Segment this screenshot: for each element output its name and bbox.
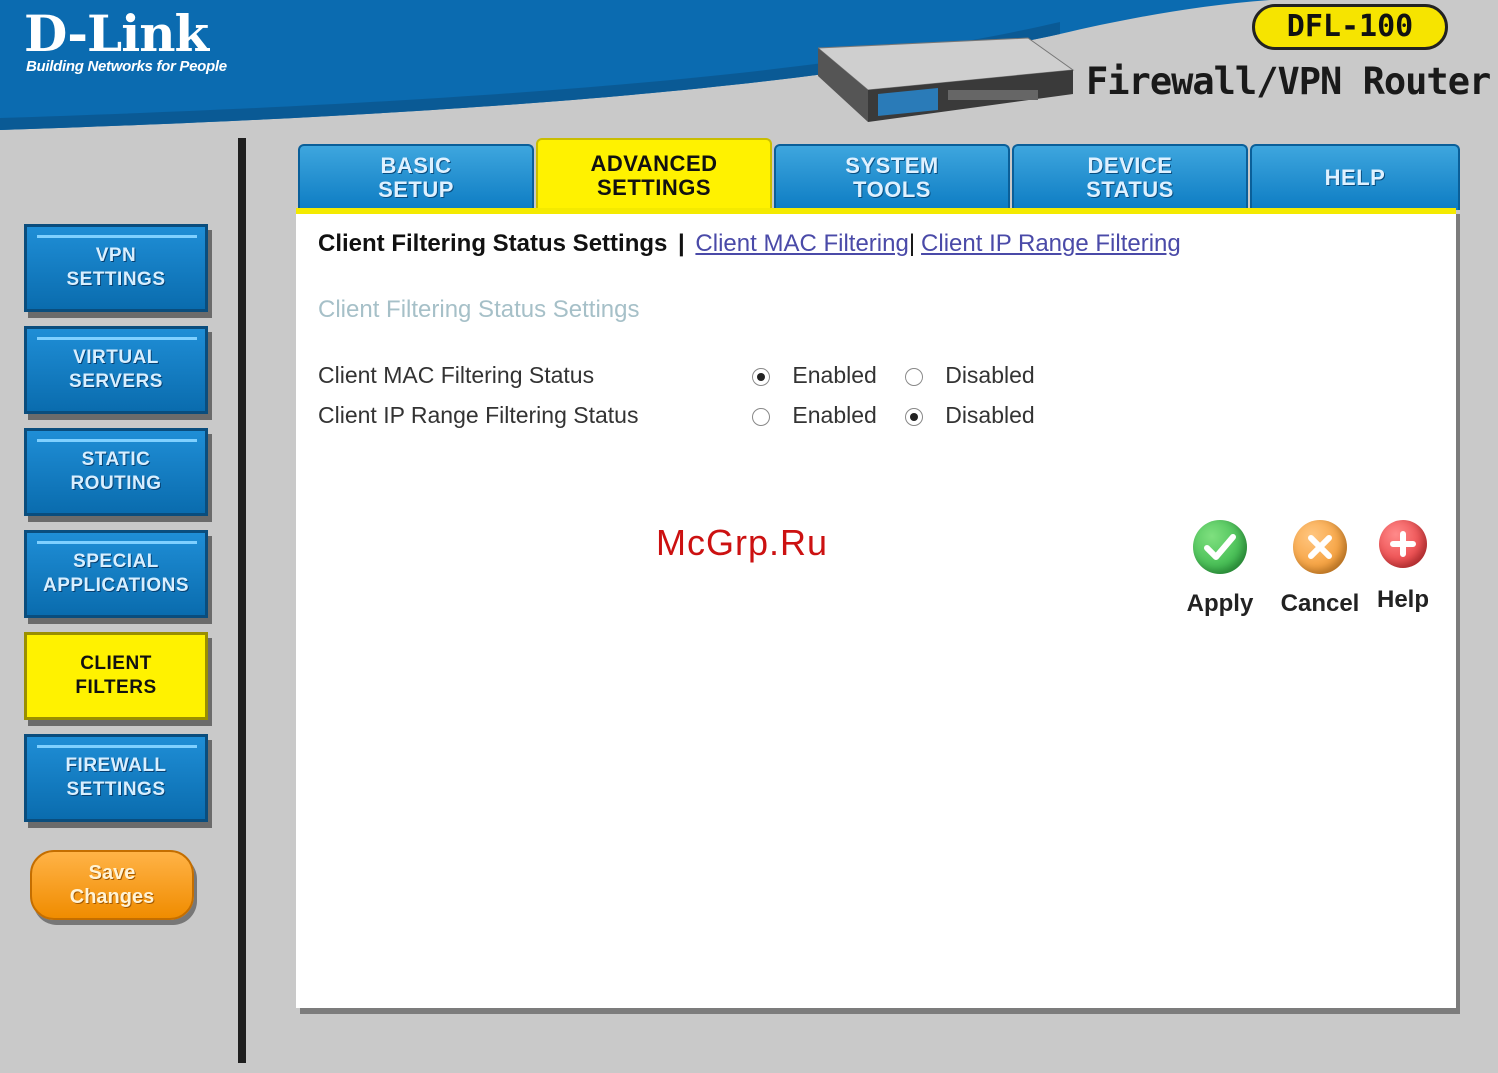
mac-filtering-disabled-label: Disabled xyxy=(945,362,1035,388)
sidebar-item-label: FIREWALL SETTINGS xyxy=(65,755,167,800)
apply-label: Apply xyxy=(1186,590,1254,617)
mac-filtering-enabled-radio[interactable] xyxy=(752,367,771,386)
tab-basic-setup[interactable]: BASIC SETUP xyxy=(298,144,534,210)
save-changes-button[interactable]: Save Changes xyxy=(30,850,194,920)
cancel-label: Cancel xyxy=(1280,590,1360,617)
sidebar-divider xyxy=(238,138,246,1063)
sidebar-item-label: SPECIAL APPLICATIONS xyxy=(42,551,190,596)
tab-advanced-settings[interactable]: ADVANCED SETTINGS xyxy=(536,138,772,212)
ip-range-filtering-enabled-label: Enabled xyxy=(792,402,877,428)
ip-range-filtering-label: Client IP Range Filtering Status xyxy=(318,402,639,428)
save-changes-label: Save Changes xyxy=(69,862,155,908)
tab-device-status[interactable]: DEVICE STATUS xyxy=(1012,144,1248,210)
cancel-x-icon xyxy=(1293,520,1347,574)
help-label: Help xyxy=(1376,586,1429,613)
tab-label: SYSTEM TOOLS xyxy=(845,153,939,202)
ip-range-filtering-disabled-label: Disabled xyxy=(945,402,1035,428)
tab-label: HELP xyxy=(1324,165,1386,190)
ip-range-filtering-disabled-radio[interactable] xyxy=(905,407,924,426)
checkmark-icon xyxy=(1193,520,1247,574)
sidebar-item-firewall-settings[interactable]: FIREWALL SETTINGS xyxy=(24,734,208,822)
ip-range-filtering-row: Client IP Range Filtering Status Enabled… xyxy=(318,402,1057,429)
breadcrumb-separator: | xyxy=(678,230,685,257)
watermark: McGrp.Ru xyxy=(656,522,829,563)
tab-label: ADVANCED SETTINGS xyxy=(590,151,718,200)
mac-filtering-row: Client MAC Filtering Status Enabled Disa… xyxy=(318,362,1057,389)
brand-logo: D-Link xyxy=(24,4,209,63)
mac-filtering-disabled-radio[interactable] xyxy=(905,367,924,386)
ip-range-filtering-enabled-radio[interactable] xyxy=(752,407,771,426)
link-client-ip-range-filtering[interactable]: Client IP Range Filtering xyxy=(921,230,1181,257)
brand-tagline: Building Networks for People xyxy=(26,58,227,75)
sidebar-item-label: CLIENT FILTERS xyxy=(75,653,157,698)
model-badge: DFL-100 xyxy=(1252,4,1448,50)
help-plus-icon xyxy=(1379,520,1427,568)
sidebar-item-vpn-settings[interactable]: VPN SETTINGS xyxy=(24,224,208,312)
breadcrumb-separator: | xyxy=(908,230,916,257)
product-name: Firewall/VPN Router xyxy=(1086,60,1491,103)
content-panel: Client Filtering Status Settings | Clien… xyxy=(296,208,1456,1008)
tab-help[interactable]: HELP xyxy=(1250,144,1460,210)
sidebar-item-label: VPN SETTINGS xyxy=(66,245,166,290)
breadcrumb-current: Client Filtering Status Settings xyxy=(318,230,668,257)
tab-label: DEVICE STATUS xyxy=(1086,153,1174,202)
sidebar-item-static-routing[interactable]: STATIC ROUTING xyxy=(24,428,208,516)
sidebar-item-special-applications[interactable]: SPECIAL APPLICATIONS xyxy=(24,530,208,618)
breadcrumb: Client Filtering Status Settings | Clien… xyxy=(318,230,1181,258)
section-title: Client Filtering Status Settings xyxy=(318,296,640,323)
header: D-Link Building Networks for People DFL-… xyxy=(0,0,1498,140)
tab-system-tools[interactable]: SYSTEM TOOLS xyxy=(774,144,1010,210)
help-button[interactable]: Help xyxy=(1372,520,1434,614)
link-client-mac-filtering[interactable]: Client MAC Filtering xyxy=(695,230,908,257)
sidebar-item-client-filters[interactable]: CLIENT FILTERS xyxy=(24,632,208,720)
mac-filtering-enabled-label: Enabled xyxy=(792,362,877,388)
sidebar-item-virtual-servers[interactable]: VIRTUAL SERVERS xyxy=(24,326,208,414)
apply-button[interactable]: Apply xyxy=(1180,520,1260,618)
sidebar-item-label: STATIC ROUTING xyxy=(70,449,162,494)
cancel-button[interactable]: Cancel xyxy=(1270,520,1370,618)
tab-label: BASIC SETUP xyxy=(378,153,454,202)
mac-filtering-label: Client MAC Filtering Status xyxy=(318,362,595,388)
sidebar-item-label: VIRTUAL SERVERS xyxy=(69,347,163,392)
router-device-image xyxy=(818,37,1075,122)
